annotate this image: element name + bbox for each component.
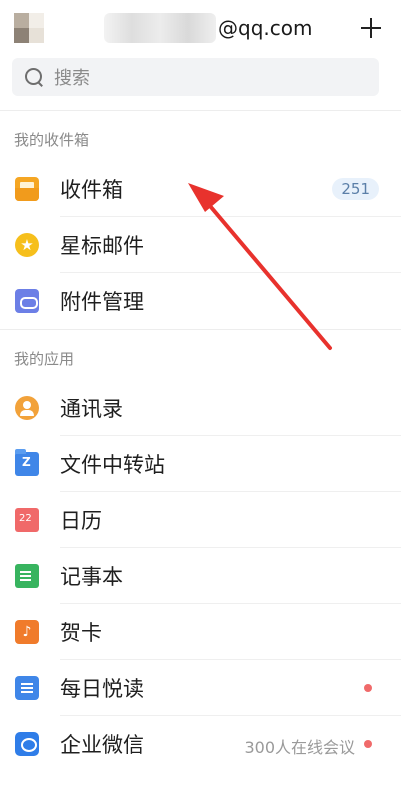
- list-item-label: 日历: [60, 509, 102, 533]
- search-icon: [24, 67, 44, 87]
- account-address[interactable]: @qq.com: [104, 13, 312, 43]
- list-item-inbox[interactable]: 收件箱 251: [0, 161, 401, 217]
- list-item-contacts[interactable]: 通讯录: [0, 380, 401, 436]
- unread-count-badge: 251: [332, 178, 379, 200]
- list-item-attachments[interactable]: 附件管理: [0, 273, 401, 329]
- notebook-icon: [15, 564, 39, 588]
- list-item-label: 企业微信: [60, 733, 144, 757]
- list-item-label: 每日悦读: [60, 677, 144, 701]
- account-domain: @qq.com: [218, 16, 313, 40]
- list-item-wework[interactable]: 企业微信 300人在线会议: [0, 716, 401, 772]
- list-item-file-transfer[interactable]: Z 文件中转站: [0, 436, 401, 492]
- attachment-icon: [15, 289, 39, 313]
- section-title-apps: 我的应用: [0, 329, 401, 380]
- inbox-icon: [15, 177, 39, 201]
- folder-icon: Z: [15, 449, 39, 476]
- star-icon: ★: [15, 233, 39, 257]
- unread-dot: [364, 740, 372, 748]
- account-name-blurred: [104, 13, 216, 43]
- list-item-label: 贺卡: [60, 621, 102, 645]
- list-item-starred[interactable]: ★ 星标邮件: [0, 217, 401, 273]
- top-bar: @qq.com: [0, 0, 401, 56]
- list-item-label: 附件管理: [60, 290, 144, 314]
- list-item-label: 记事本: [60, 565, 123, 589]
- wework-icon: [15, 732, 39, 756]
- search-input[interactable]: 搜索: [54, 64, 90, 90]
- search-bar[interactable]: 搜索: [12, 58, 379, 96]
- list-item-label: 收件箱: [60, 178, 123, 202]
- meeting-status-text: 300人在线会议: [244, 738, 355, 757]
- unread-dot: [364, 684, 372, 692]
- greeting-card-icon: ♪: [15, 620, 39, 644]
- list-item-label: 文件中转站: [60, 453, 165, 477]
- list-item-calendar[interactable]: 22 日历: [0, 492, 401, 548]
- avatar[interactable]: [14, 13, 44, 43]
- list-item-greeting-card[interactable]: ♪ 贺卡: [0, 604, 401, 660]
- contacts-icon: [15, 396, 39, 420]
- list-item-label: 星标邮件: [60, 234, 144, 258]
- list-item-daily-reading[interactable]: 每日悦读: [0, 660, 401, 716]
- daily-reading-icon: [15, 676, 39, 700]
- plus-icon[interactable]: [353, 10, 389, 46]
- list-item-label: 通讯录: [60, 397, 123, 421]
- calendar-icon: 22: [15, 508, 39, 532]
- list-item-notebook[interactable]: 记事本: [0, 548, 401, 604]
- section-title-inbox: 我的收件箱: [0, 110, 401, 161]
